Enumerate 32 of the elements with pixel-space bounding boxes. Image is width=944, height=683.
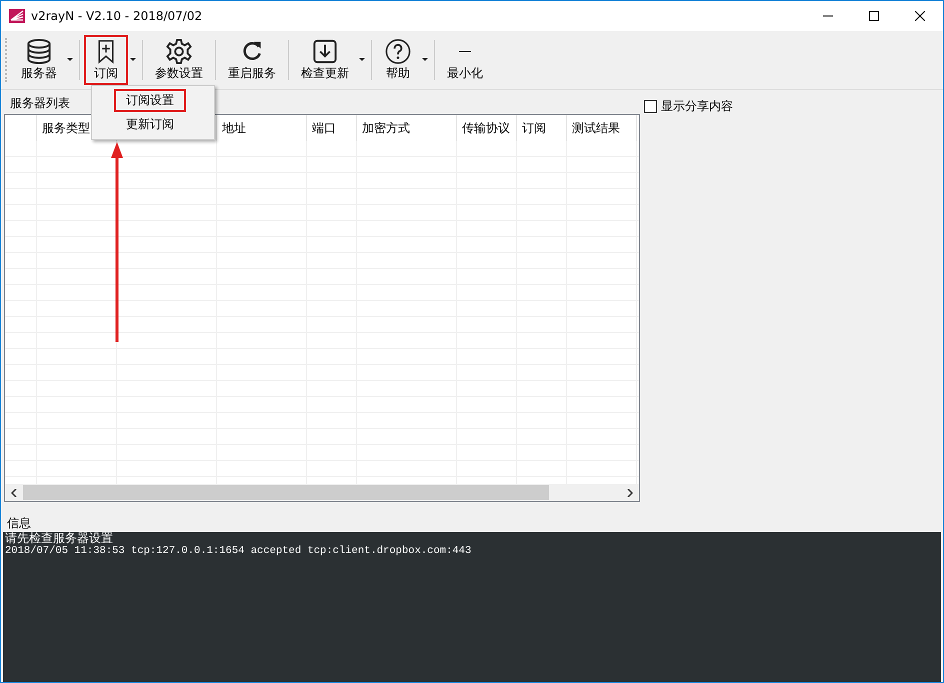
toolbar-button[interactable]: 帮助	[376, 35, 420, 85]
dropdown-caret-icon[interactable]	[130, 58, 136, 62]
help-icon	[384, 38, 412, 65]
section-label: 服务器列表	[10, 96, 70, 110]
log-line: 请先检查服务器设置	[5, 532, 114, 545]
column-header[interactable]: 端口	[307, 115, 357, 141]
menu-item[interactable]: 订阅设置	[114, 89, 186, 112]
section-label: 信息	[7, 515, 31, 530]
database-icon	[25, 38, 53, 65]
share-checkbox[interactable]: 显示分享内容	[644, 98, 939, 115]
log-line: 2018/07/05 11:38:53 tcp:127.0.0.1:1654 accepted tcp:client.dropbox.com:443	[5, 545, 472, 558]
dropdown-caret-icon[interactable]	[422, 58, 428, 62]
column-header[interactable]: 订阅	[517, 115, 567, 141]
column-header[interactable]: 加密方式	[357, 115, 457, 141]
dropdown-caret-icon[interactable]	[359, 58, 365, 62]
menu-item[interactable]: 更新订阅	[114, 113, 186, 136]
toolbar-button[interactable]: 服务器	[13, 35, 65, 85]
horizontal-scrollbar[interactable]	[5, 484, 639, 501]
column-header[interactable]: 传输协议	[457, 115, 517, 141]
scrollbar-thumb[interactable]	[23, 485, 549, 500]
toolbar-button[interactable]: 检查更新	[293, 35, 357, 85]
app-logo-icon	[9, 8, 25, 24]
column-header[interactable]: 测试结果	[567, 115, 637, 141]
toolbar-button[interactable]: 订阅	[84, 35, 128, 85]
toolbar-button[interactable]: 重启服务	[220, 35, 284, 85]
toolbar-button[interactable]: 参数设置	[147, 35, 211, 85]
settings-icon	[165, 38, 193, 65]
download-icon	[311, 38, 339, 65]
toolbar-button[interactable]: 最小化	[439, 35, 491, 85]
column-header[interactable]: 地址	[217, 115, 307, 141]
window-title: v2rayN - V2.10 - 2018/07/02	[31, 9, 202, 23]
dropdown-caret-icon[interactable]	[67, 58, 73, 62]
